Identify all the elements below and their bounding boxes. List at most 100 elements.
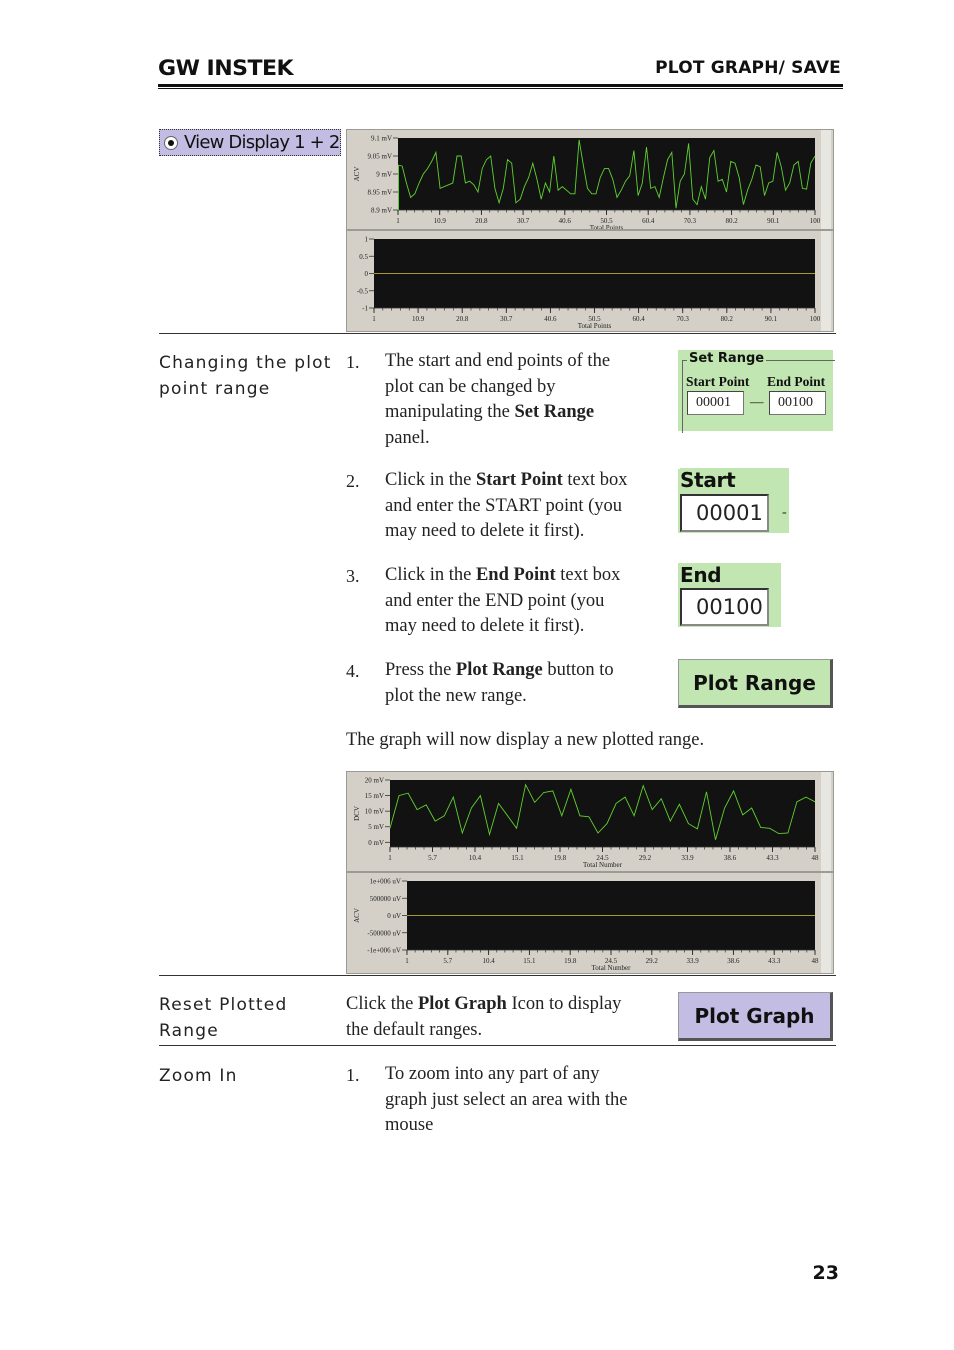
- plot-area: [398, 138, 815, 210]
- y-tick-label: 500000 uV: [370, 895, 401, 903]
- x-tick-label: 43.3: [768, 957, 781, 965]
- panel-edge: [821, 772, 831, 871]
- x-tick-label: 70.3: [684, 217, 697, 225]
- text-line: mouse: [385, 1115, 434, 1135]
- step-4-text: Press the Plot Range button to plot the …: [385, 658, 614, 709]
- end-point-input-large[interactable]: 00100: [680, 588, 769, 626]
- label-line: Range: [159, 1021, 219, 1041]
- text-line: manipulating the Set Range: [385, 400, 610, 426]
- x-tick-label: 80.2: [725, 217, 738, 225]
- x-tick-label: 90.1: [767, 217, 780, 225]
- chart-top-upper[interactable]: 9.1 mV 9.05 mV 9 mV 8.95 mV 8.9 mV 1 10.9 20.8 3…: [347, 130, 833, 229]
- y-tick-label: -1: [362, 305, 368, 313]
- y-tick-label: -1e+006 uV: [367, 947, 401, 955]
- x-tick-label: 29.2: [646, 957, 659, 965]
- x-tick-label: 5.7: [443, 957, 452, 965]
- bold-text: End Point: [475, 565, 556, 585]
- text-line: panel.: [385, 427, 430, 448]
- step-3-text: Click in the End Point text box and ente…: [385, 563, 620, 640]
- section-header-title: PLOT GRAPH/ SAVE: [655, 58, 841, 78]
- y-tick-label: 1e+006 uV: [370, 878, 401, 886]
- text: Press the: [385, 660, 456, 680]
- bold-text: Start Point: [475, 470, 563, 490]
- y-tick-label: -500000 uV: [367, 929, 401, 937]
- chart-panel-bottom-lower: 1e+006 uV 500000 uV 0 uV -500000 uV -1e+006 …: [346, 872, 834, 974]
- text: manipulating the: [385, 402, 515, 422]
- x-tick-label: 29.2: [639, 854, 652, 862]
- x-axis-label: Total Points: [590, 224, 624, 229]
- plot-graph-button[interactable]: Plot Graph: [678, 992, 833, 1041]
- text-line: and enter the END point (you: [385, 590, 605, 611]
- start-point-closeup: Start Point 00001 -: [678, 468, 789, 533]
- bold-text: Plot Range: [455, 660, 543, 680]
- range-separator: -: [782, 505, 787, 520]
- text-line: and enter the START point (you: [385, 495, 623, 516]
- start-point-input-large[interactable]: 00001: [680, 494, 769, 532]
- plot-range-button[interactable]: Plot Range: [678, 659, 833, 708]
- chart-panel-top-lower: 1 0.5 0 -0.5 -1 1 10.9 20.8 30.7 40.6 50.5 60.4 70.3…: [346, 230, 834, 332]
- x-tick-label: 20.8: [456, 315, 469, 323]
- x-tick-label: 10.9: [412, 315, 425, 323]
- text-line: To zoom into any part of any: [385, 1064, 600, 1084]
- text: Click in the: [385, 565, 476, 585]
- text-line: may need to delete it first).: [385, 521, 585, 541]
- x-tick-label: 1: [372, 315, 376, 323]
- text-line: graph just select an area with the: [385, 1089, 628, 1110]
- y-tick-label: 0: [365, 270, 369, 278]
- x-tick-label: 30.7: [500, 315, 513, 323]
- y-axis-label: DCV: [353, 806, 361, 821]
- text: text box: [555, 565, 621, 585]
- text-line: may need to delete it first).: [385, 616, 585, 636]
- start-point-input[interactable]: 00001: [687, 391, 744, 415]
- y-tick-label: 20 mV: [365, 777, 384, 785]
- x-tick-label: 10.9: [434, 217, 447, 225]
- label-line: point range: [159, 379, 271, 399]
- x-tick-label: 38.6: [727, 957, 740, 965]
- x-tick-label: 38.6: [724, 854, 737, 862]
- set-range-panel: Set Range Start Point End Point 00001 — …: [678, 350, 835, 433]
- panel-edge: [821, 873, 831, 973]
- y-tick-label: 9 mV: [376, 171, 392, 179]
- text: Click the: [346, 994, 418, 1014]
- page-number: 23: [812, 1262, 839, 1284]
- x-tick-label: 19.8: [554, 854, 567, 862]
- gwinstek-logo: GW INSTEK: [158, 56, 294, 80]
- y-axis-label: ACV: [353, 908, 361, 923]
- step-number: 1.: [346, 352, 360, 372]
- view-display-label: View Display 1 + 2: [184, 132, 340, 153]
- text-line: Click in the Start Point text box: [385, 468, 628, 494]
- chart-top-lower[interactable]: 10.50-0.5-11 10.9 20.8 30.7 40.6 50.5 60.4 70.3…: [347, 231, 833, 331]
- x-tick-label: 1: [405, 957, 409, 965]
- panel-edge: [821, 130, 831, 229]
- start-point-label: Start Point: [686, 374, 750, 389]
- x-tick-label: 43.3: [766, 854, 779, 862]
- end-point-label: End Point: [767, 374, 826, 389]
- x-tick-label: 70.3: [677, 315, 690, 323]
- text-line: plot the new range.: [385, 685, 527, 706]
- x-tick-label: 10.4: [482, 957, 495, 965]
- x-axis-label: Total Number: [583, 861, 623, 869]
- text: text box: [562, 470, 628, 490]
- step-number: 1.: [346, 1065, 360, 1085]
- x-axis-label: Total Number: [592, 964, 632, 972]
- x-tick-label: 40.6: [544, 315, 557, 323]
- text: Click in the: [385, 470, 476, 490]
- chart-bottom-lower[interactable]: 1e+006 uV 500000 uV 0 uV -500000 uV -1e+006 …: [347, 873, 833, 973]
- x-tick-label: 60.4: [642, 217, 655, 225]
- y-tick-label: 15 mV: [365, 792, 384, 800]
- end-point-input[interactable]: 00100: [769, 391, 826, 415]
- zoom-in-text: To zoom into any part of any graph just …: [385, 1062, 627, 1139]
- x-tick-label: 19.8: [564, 957, 577, 965]
- view-display-radio[interactable]: View Display 1 + 2: [159, 129, 341, 156]
- panel-edge: [821, 231, 831, 331]
- result-text: The graph will now display a new plotted…: [346, 730, 705, 750]
- chart-bottom-upper[interactable]: 20 mV 15 mV 10 mV 5 mV 0 mV 1 5.7 10.4 15.1 19.8 2…: [347, 772, 833, 871]
- x-tick-label: 15.1: [511, 854, 524, 862]
- x-tick-label: 48: [812, 957, 820, 965]
- chart-panel-bottom-upper: 20 mV 15 mV 10 mV 5 mV 0 mV 1 5.7 10.4 15.1 19.8 2…: [346, 771, 834, 872]
- x-tick-label: 48: [812, 854, 820, 862]
- end-point-closeup: End Point 00100: [678, 563, 781, 627]
- step-number: 3.: [346, 566, 360, 586]
- radio-selected-icon[interactable]: [164, 135, 178, 150]
- section-label-changing-range: Changing the plot point range: [159, 350, 332, 402]
